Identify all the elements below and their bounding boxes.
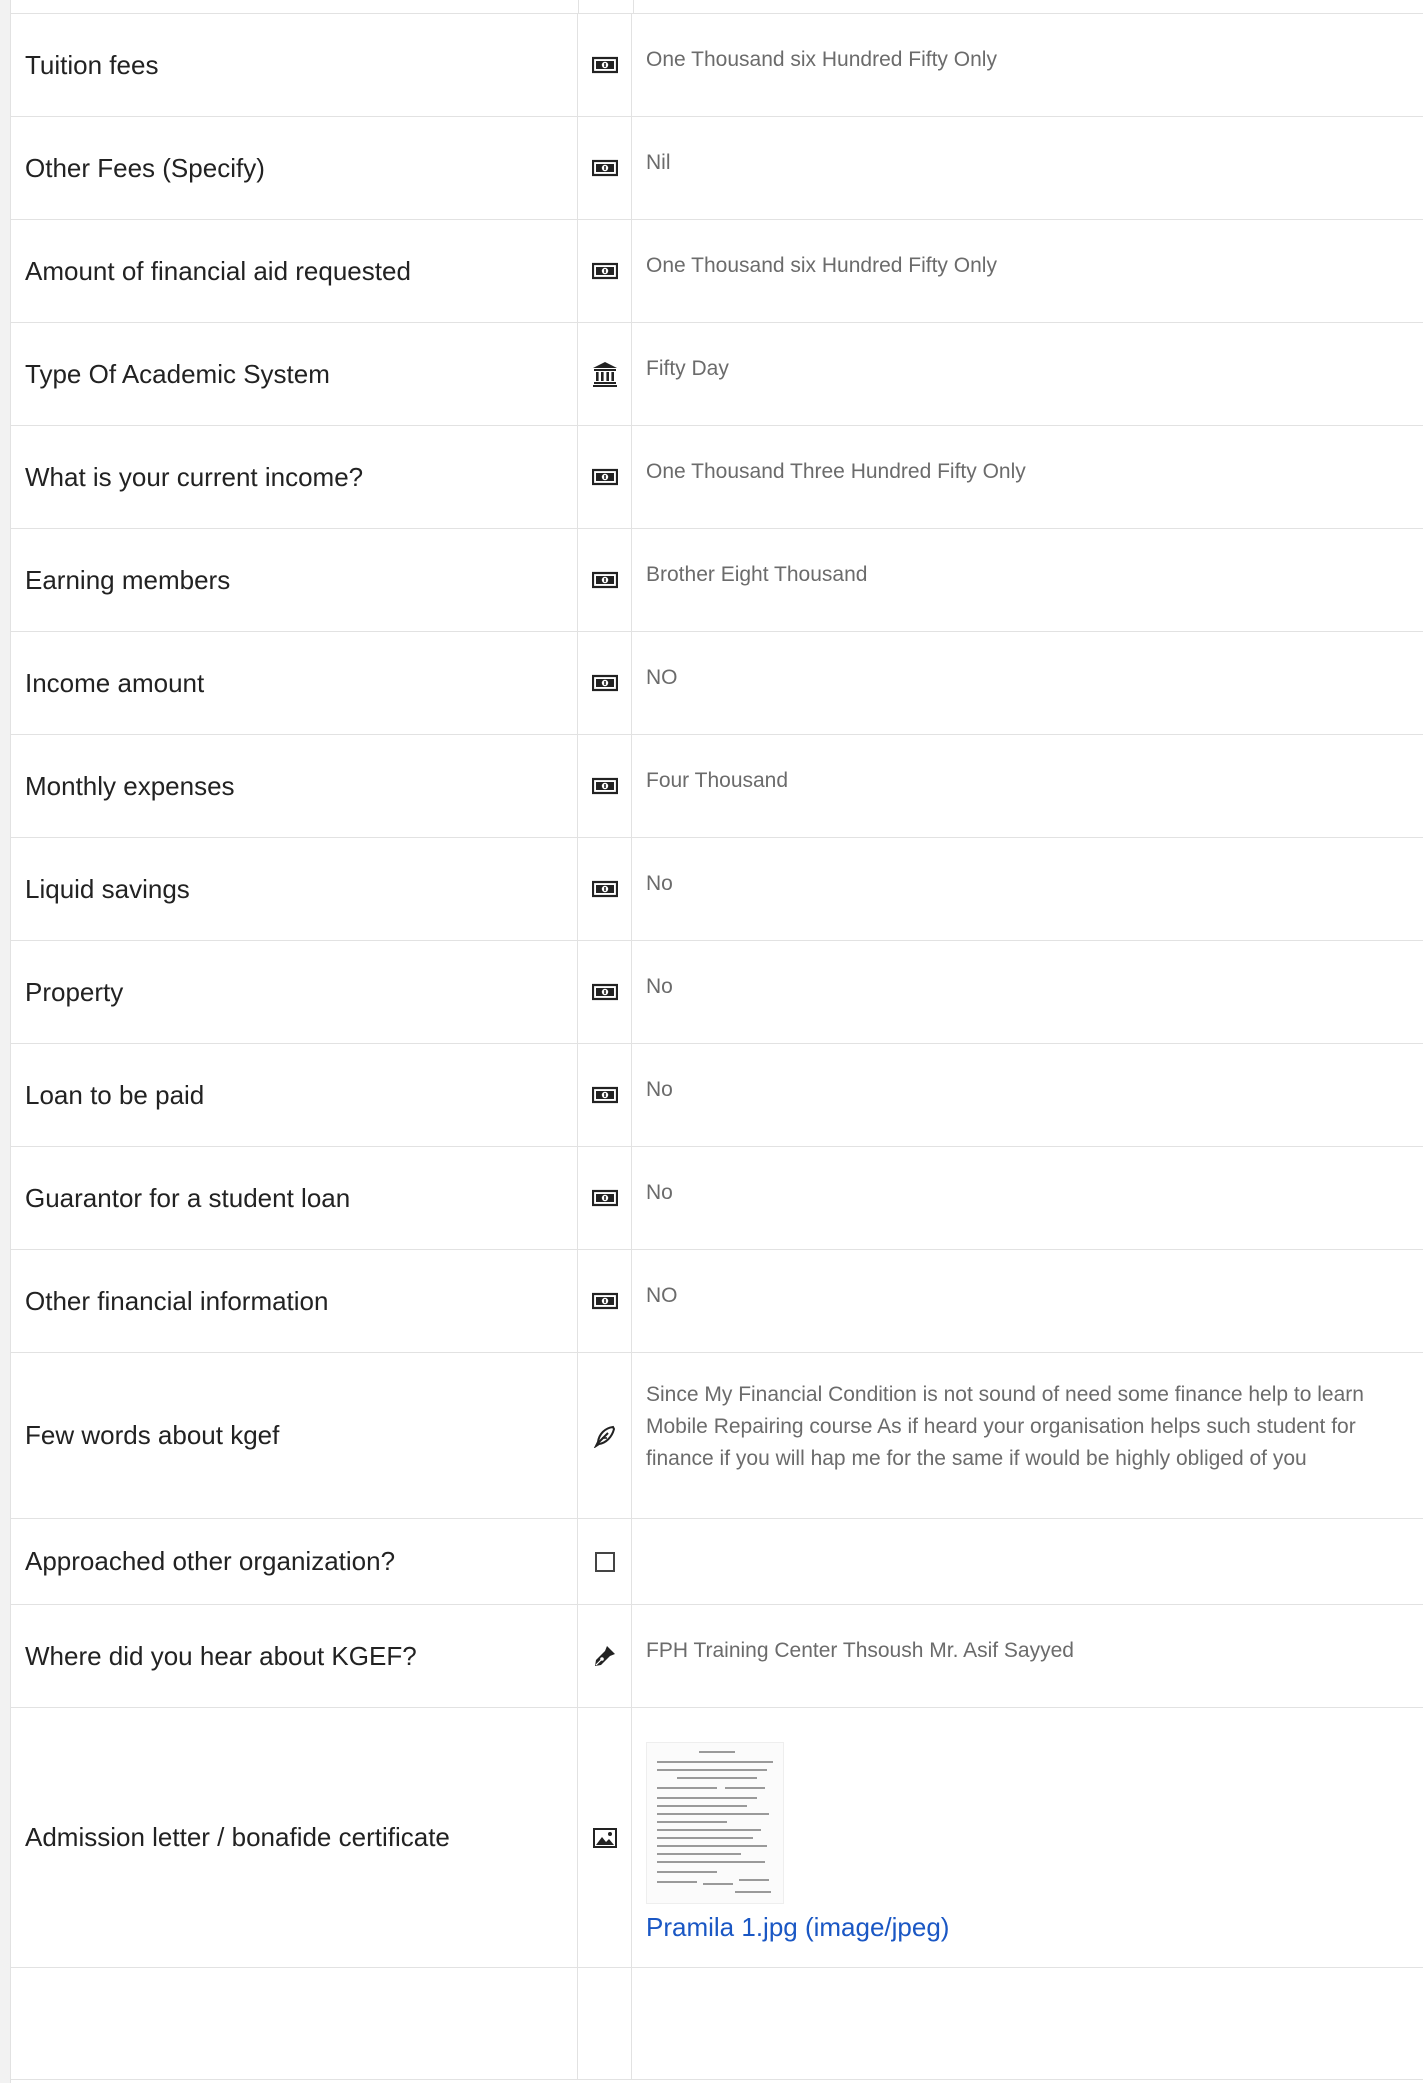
approached-other-org-checkbox[interactable] (594, 1551, 615, 1572)
table-row: Monthly expenses Four Thousand (11, 735, 1423, 838)
field-label: Approached other organization? (11, 1519, 578, 1604)
table-row: Type Of Academic System Fifty Day (11, 323, 1423, 426)
pen-nib-icon (578, 1605, 632, 1707)
table-row: Few words about kgef Since My Financial … (11, 1353, 1423, 1519)
field-label: Tuition fees (11, 14, 578, 116)
field-label: Loan to be paid (11, 1044, 578, 1146)
table-row: Liquid savings No (11, 838, 1423, 941)
table-row: Guarantor for a student loan No (11, 1147, 1423, 1250)
attachment-link[interactable]: Pramila 1.jpg (image/jpeg) (646, 1910, 949, 1944)
field-value: No (646, 1078, 673, 1101)
table-row: Tuition fees One Thousand six Hundred Fi… (11, 14, 1423, 117)
field-label: Few words about kgef (11, 1353, 578, 1518)
money-bill-icon (578, 941, 632, 1043)
money-bill-icon (578, 220, 632, 322)
table-row: Loan to be paid No (11, 1044, 1423, 1147)
table-row: Other financial information NO (11, 1250, 1423, 1353)
table-row: What is your current income? One Thousan… (11, 426, 1423, 529)
feather-pen-icon (578, 1353, 632, 1518)
money-bill-icon (578, 1044, 632, 1146)
field-value: FPH Training Center Thsoush Mr. Asif Say… (646, 1639, 1074, 1662)
field-value: Four Thousand (646, 769, 789, 792)
table-row: Where did you hear about KGEF? FPH Train… (11, 1605, 1423, 1708)
field-value: One Thousand six Hundred Fifty Only (646, 48, 997, 71)
attachment-cell: Pramila 1.jpg (image/jpeg) (632, 1708, 1423, 1967)
field-label: Earning members (11, 529, 578, 631)
table-row: Other Fees (Specify) Nil (11, 117, 1423, 220)
money-bill-icon (578, 117, 632, 219)
money-bill-icon (578, 838, 632, 940)
institution-icon (578, 323, 632, 425)
empty-value-cell (632, 1968, 1423, 2079)
image-icon (578, 1708, 632, 1967)
field-value: NO (646, 666, 678, 689)
field-value: One Thousand Three Hundred Fifty Only (646, 460, 1026, 483)
table-row: Approached other organization? (11, 1519, 1423, 1605)
field-label: Liquid savings (11, 838, 578, 940)
empty-label-cell (11, 1968, 578, 2079)
table-row: Amount of financial aid requested One Th… (11, 220, 1423, 323)
field-value: Brother Eight Thousand (646, 563, 868, 586)
money-bill-icon (578, 529, 632, 631)
money-bill-icon (578, 632, 632, 734)
field-label: Income amount (11, 632, 578, 734)
checkbox-icon[interactable] (578, 1519, 632, 1604)
application-details-table: Tuition fees One Thousand six Hundred Fi… (10, 0, 1423, 2083)
field-label: Admission letter / bonafide certificate (11, 1708, 578, 1967)
field-label: Guarantor for a student loan (11, 1147, 578, 1249)
field-value: No (646, 975, 673, 998)
empty-icon-cell (578, 1968, 632, 2079)
table-row: Income amount NO (11, 632, 1423, 735)
field-label: Type Of Academic System (11, 323, 578, 425)
field-label: Other Fees (Specify) (11, 117, 578, 219)
money-bill-icon (578, 1147, 632, 1249)
table-row: Property No (11, 941, 1423, 1044)
field-label: Property (11, 941, 578, 1043)
field-value: One Thousand six Hundred Fifty Only (646, 254, 997, 277)
field-label: What is your current income? (11, 426, 578, 528)
table-row-empty (11, 1968, 1423, 2080)
field-value: NO (646, 1284, 678, 1307)
certificate-thumbnail[interactable] (646, 1742, 784, 1904)
field-value: No (646, 1181, 673, 1204)
field-value (632, 1519, 1423, 1604)
table-row: Earning members Brother Eight Thousand (11, 529, 1423, 632)
field-value: Fifty Day (646, 357, 729, 380)
field-label: Amount of financial aid requested (11, 220, 578, 322)
field-label: Other financial information (11, 1250, 578, 1352)
field-value: No (646, 872, 673, 895)
table-top-border (11, 0, 1423, 14)
money-bill-icon (578, 1250, 632, 1352)
field-label: Monthly expenses (11, 735, 578, 837)
table-row: Admission letter / bonafide certificate (11, 1708, 1423, 1968)
money-bill-icon (578, 14, 632, 116)
field-label: Where did you hear about KGEF? (11, 1605, 578, 1707)
money-bill-icon (578, 735, 632, 837)
money-bill-icon (578, 426, 632, 528)
field-value: Since My Financial Condition is not soun… (646, 1383, 1364, 1470)
field-value: Nil (646, 151, 671, 174)
